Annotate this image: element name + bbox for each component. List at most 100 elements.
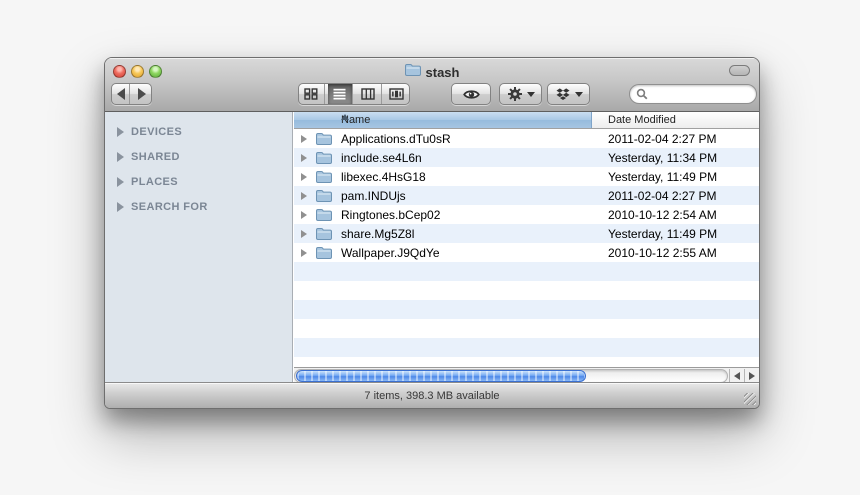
file-date-modified: Yesterday, 11:49 PM: [608, 227, 717, 241]
file-list-pane: Name Date Modified Applications.dTu0sR 2…: [294, 112, 760, 384]
sidebar-label: SHARED: [131, 151, 180, 163]
file-name: include.se4L6n: [341, 151, 422, 165]
column-view-button[interactable]: [356, 84, 382, 104]
folder-icon: [405, 63, 421, 81]
sort-ascending-icon: [341, 114, 349, 120]
empty-row: [294, 338, 760, 357]
list-icon: [333, 88, 346, 100]
file-date-modified: 2011-02-04 2:27 PM: [608, 132, 717, 146]
folder-icon: [316, 170, 332, 186]
folder-icon: [316, 132, 332, 148]
search-field: [629, 84, 757, 104]
sidebar-label: PLACES: [131, 176, 178, 188]
scroll-right-button[interactable]: [744, 369, 759, 383]
disclosure-triangle-icon[interactable]: [117, 202, 124, 212]
dropbox-button[interactable]: [547, 83, 590, 105]
folder-icon: [316, 227, 332, 243]
table-row[interactable]: Wallpaper.J9QdYe 2010-10-12 2:55 AM: [294, 243, 760, 262]
scrollbar-thumb[interactable]: [296, 370, 586, 382]
icon-view-button[interactable]: [299, 84, 325, 104]
file-name: pam.INDUjs: [341, 189, 406, 203]
folder-icon: [316, 151, 332, 167]
file-date-modified: 2010-10-12 2:54 AM: [608, 208, 717, 222]
disclosure-triangle-icon[interactable]: [301, 192, 307, 200]
scrollbar-arrows: [729, 369, 759, 383]
search-input[interactable]: [651, 88, 747, 100]
chevron-down-icon: [527, 92, 535, 97]
window-title-group: stash: [105, 63, 759, 81]
file-name: Ringtones.bCep02: [341, 208, 440, 222]
search-icon: [636, 88, 648, 100]
disclosure-triangle-icon[interactable]: [117, 152, 124, 162]
table-row[interactable]: Ringtones.bCep02 2010-10-12 2:54 AM: [294, 205, 760, 224]
folder-icon: [316, 208, 332, 224]
status-bar: 7 items, 398.3 MB available: [105, 382, 759, 408]
column-header-name[interactable]: Name: [294, 112, 592, 128]
arrow-right-icon: [749, 372, 755, 380]
file-date-modified: 2011-02-04 2:27 PM: [608, 189, 717, 203]
file-date-modified: Yesterday, 11:49 PM: [608, 170, 717, 184]
window-title: stash: [426, 65, 460, 80]
gear-icon: [507, 86, 523, 102]
dropbox-icon: [555, 87, 571, 102]
sidebar-item-places[interactable]: PLACES: [105, 169, 292, 194]
empty-row: [294, 281, 760, 300]
sidebar-item-devices[interactable]: DEVICES: [105, 119, 292, 144]
coverflow-view-button[interactable]: [385, 84, 410, 104]
chevron-down-icon: [575, 92, 583, 97]
disclosure-triangle-icon[interactable]: [117, 127, 124, 137]
view-mode-control: [298, 83, 410, 105]
column-label: Date Modified: [608, 114, 676, 126]
sidebar: DEVICES SHARED PLACES SEARCH FOR: [105, 112, 293, 384]
empty-row: [294, 300, 760, 319]
disclosure-triangle-icon[interactable]: [301, 154, 307, 162]
forward-icon: [138, 88, 146, 100]
toolbar-toggle-button[interactable]: [729, 65, 750, 76]
disclosure-triangle-icon[interactable]: [117, 177, 124, 187]
table-row[interactable]: pam.INDUjs 2011-02-04 2:27 PM: [294, 186, 760, 205]
columns-icon: [361, 88, 375, 100]
file-name: libexec.4HsG18: [341, 170, 426, 184]
file-date-modified: 2010-10-12 2:55 AM: [608, 246, 717, 260]
folder-icon: [316, 246, 332, 262]
action-button[interactable]: [499, 83, 542, 105]
coverflow-icon: [389, 88, 404, 100]
list-header: Name Date Modified: [294, 112, 760, 129]
resize-grip-icon[interactable]: [744, 393, 756, 405]
disclosure-triangle-icon[interactable]: [301, 230, 307, 238]
empty-row: [294, 319, 760, 338]
finder-window: stash: [104, 57, 760, 409]
disclosure-triangle-icon[interactable]: [301, 135, 307, 143]
title-toolbar: stash: [105, 58, 759, 112]
status-text: 7 items, 398.3 MB available: [364, 390, 499, 402]
scrollbar-track[interactable]: [294, 369, 728, 383]
nav-buttons: [111, 83, 152, 105]
disclosure-triangle-icon[interactable]: [301, 211, 307, 219]
table-row[interactable]: include.se4L6n Yesterday, 11:34 PM: [294, 148, 760, 167]
back-icon: [117, 88, 125, 100]
disclosure-triangle-icon[interactable]: [301, 249, 307, 257]
forward-button[interactable]: [133, 84, 151, 104]
back-button[interactable]: [112, 84, 130, 104]
empty-row: [294, 357, 760, 367]
sidebar-label: SEARCH FOR: [131, 201, 208, 213]
disclosure-triangle-icon[interactable]: [301, 173, 307, 181]
file-rows: Applications.dTu0sR 2011-02-04 2:27 PM i…: [294, 129, 760, 367]
quick-look-button[interactable]: [451, 83, 491, 105]
grid-icon: [304, 88, 318, 100]
sidebar-item-search-for[interactable]: SEARCH FOR: [105, 194, 292, 219]
eye-icon: [463, 88, 480, 101]
table-row[interactable]: Applications.dTu0sR 2011-02-04 2:27 PM: [294, 129, 760, 148]
scroll-left-button[interactable]: [729, 369, 744, 383]
empty-row: [294, 262, 760, 281]
column-header-date-modified[interactable]: Date Modified: [593, 112, 760, 128]
list-view-button[interactable]: [328, 84, 354, 104]
file-date-modified: Yesterday, 11:34 PM: [608, 151, 717, 165]
table-row[interactable]: share.Mg5Z8l Yesterday, 11:49 PM: [294, 224, 760, 243]
arrow-left-icon: [734, 372, 740, 380]
table-row[interactable]: libexec.4HsG18 Yesterday, 11:49 PM: [294, 167, 760, 186]
sidebar-item-shared[interactable]: SHARED: [105, 144, 292, 169]
file-name: Applications.dTu0sR: [341, 132, 451, 146]
file-name: Wallpaper.J9QdYe: [341, 246, 440, 260]
folder-icon: [316, 189, 332, 205]
